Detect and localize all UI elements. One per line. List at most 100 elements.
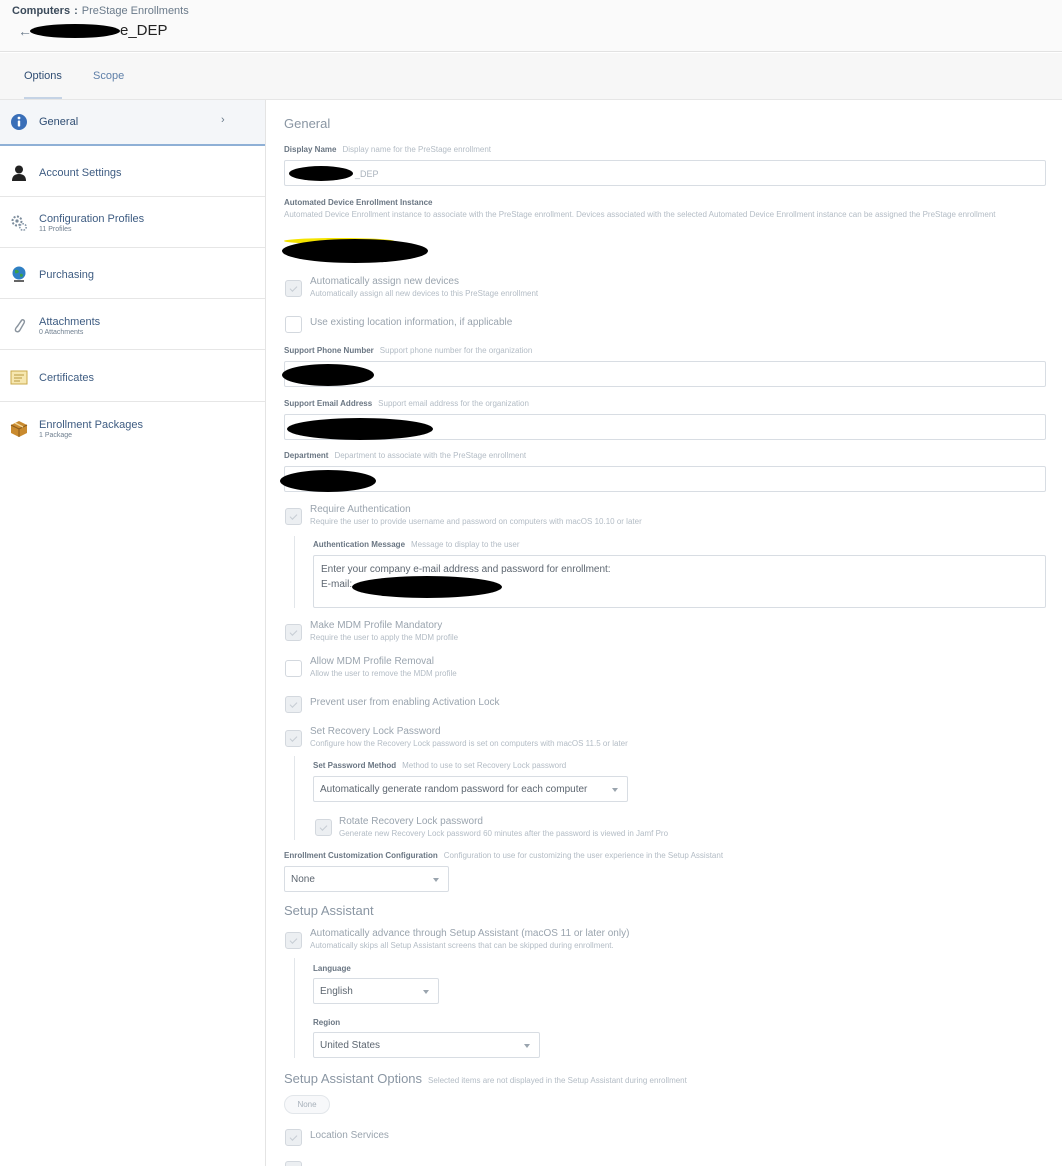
auth-message-textarea[interactable]: Enter your company e-mail address and pa… — [313, 555, 1046, 608]
indent-line — [294, 536, 295, 608]
sidebar: General › Account Settings Configuration… — [0, 100, 266, 1166]
chevron-down-icon — [433, 878, 439, 882]
page-title: e_DEP — [120, 22, 168, 39]
password-method-select[interactable]: Automatically generate random password f… — [313, 776, 628, 802]
package-icon — [10, 420, 28, 438]
display-name-input[interactable]: _DEP — [284, 160, 1046, 186]
redacted-display-name — [289, 166, 353, 181]
activation-lock-label: Prevent user from enabling Activation Lo… — [310, 697, 500, 708]
paperclip-icon — [10, 316, 28, 334]
rotate-recovery-hint: Generate new Recovery Lock password 60 m… — [339, 829, 669, 838]
department-label: Department Department to associate with t… — [284, 451, 527, 460]
require-auth-hint: Require the user to provide username and… — [310, 517, 642, 526]
rotate-recovery-label: Rotate Recovery Lock password — [339, 816, 483, 827]
sidebar-item-label: Purchasing — [39, 269, 95, 281]
mdm-removal-checkbox[interactable] — [285, 660, 302, 677]
globe-icon — [10, 265, 28, 283]
sidebar-item-label: General — [39, 116, 79, 128]
sidebar-item-certificates[interactable]: Certificates — [0, 350, 265, 402]
tab-scope[interactable]: Scope — [93, 70, 124, 82]
recovery-lock-checkbox[interactable] — [285, 730, 302, 747]
require-auth-label: Require Authentication — [310, 504, 411, 515]
chevron-down-icon — [524, 1044, 530, 1048]
enrollment-customization-select[interactable]: None — [284, 866, 449, 892]
section-title-setup-assistant: Setup Assistant — [284, 903, 374, 918]
sidebar-item-count: 11 Profiles — [39, 226, 72, 233]
mdm-mandatory-hint: Require the user to apply the MDM profil… — [310, 633, 459, 642]
certificate-icon — [10, 368, 28, 386]
sidebar-item-general[interactable]: General › — [0, 100, 265, 146]
location-services-checkbox[interactable] — [285, 1129, 302, 1146]
auth-message-hint: Message to display to the user — [411, 540, 520, 549]
recovery-lock-hint: Configure how the Recovery Lock password… — [310, 739, 628, 748]
redacted-ade-instance[interactable] — [282, 239, 428, 263]
general-panel: General Display Name Display name for the… — [267, 100, 1062, 1166]
existing-location-checkbox[interactable] — [285, 316, 302, 333]
chevron-down-icon — [423, 990, 429, 994]
info-icon — [10, 113, 28, 131]
gears-icon — [10, 214, 28, 232]
display-name-hint: Display name for the PreStage enrollment — [342, 145, 491, 154]
auth-message-line-1: Enter your company e-mail address and pa… — [321, 564, 611, 575]
mdm-mandatory-label: Make MDM Profile Mandatory — [310, 620, 443, 631]
activation-lock-checkbox[interactable] — [285, 696, 302, 713]
support-email-hint: Support email address for the organizati… — [378, 399, 529, 408]
require-auth-checkbox[interactable] — [285, 508, 302, 525]
redacted-auth-email — [352, 576, 502, 598]
password-method-label: Set Password Method Method to use to set … — [313, 761, 567, 770]
chevron-right-icon: › — [221, 114, 225, 126]
sidebar-item-enrollment-packages[interactable]: Enrollment Packages 1 Package — [0, 402, 265, 456]
recovery-lock-label: Set Recovery Lock Password — [310, 726, 441, 737]
display-name-label: Display Name Display name for the PreStag… — [284, 145, 491, 154]
ade-instance-label: Automated Device Enrollment Instance — [284, 198, 433, 207]
sidebar-item-label: Configuration Profiles — [39, 213, 145, 225]
tab-options[interactable]: Options — [24, 70, 62, 82]
indent-line — [294, 958, 295, 1058]
indent-line — [294, 756, 295, 840]
auth-message-label: Authentication Message Message to display… — [313, 540, 520, 549]
setup-options-hint: Selected items are not displayed in the … — [428, 1076, 687, 1085]
title-row: ← e_DEP — [18, 22, 168, 39]
sidebar-item-account-settings[interactable]: Account Settings — [0, 147, 265, 197]
region-value: United States — [320, 1040, 381, 1051]
existing-location-label: Use existing location information, if ap… — [310, 317, 513, 328]
support-phone-input[interactable] — [282, 361, 1046, 387]
redacted-title-prefix — [30, 23, 120, 38]
sidebar-item-label: Attachments — [39, 316, 101, 328]
location-services-label: Location Services — [310, 1130, 389, 1141]
next-option-checkbox[interactable] — [285, 1161, 302, 1166]
sidebar-item-label: Account Settings — [39, 167, 122, 179]
enrollment-customization-value: None — [291, 874, 315, 885]
breadcrumb-prestage-enrollments[interactable]: PreStage Enrollments — [82, 5, 189, 17]
display-name-value: _DEP — [355, 169, 379, 179]
mdm-removal-hint: Allow the user to remove the MDM profile — [310, 669, 457, 678]
section-title-setup-options: Setup Assistant Options — [284, 1071, 423, 1086]
language-select[interactable]: English — [313, 978, 439, 1004]
setup-options-none-pill[interactable]: None — [284, 1095, 330, 1114]
region-label: Region — [313, 1018, 341, 1027]
user-icon — [10, 164, 28, 182]
sidebar-item-attachments[interactable]: Attachments 0 Attachments — [0, 299, 265, 350]
sidebar-item-purchasing[interactable]: Purchasing — [0, 248, 265, 299]
breadcrumb: Computers: PreStage Enrollments — [12, 5, 189, 17]
auto-assign-hint: Automatically assign all new devices to … — [310, 289, 539, 298]
auto-advance-checkbox[interactable] — [285, 932, 302, 949]
department-input[interactable] — [280, 466, 1046, 492]
redacted-support-phone — [282, 364, 374, 386]
department-hint: Department to associate with the PreStag… — [334, 451, 527, 460]
region-select[interactable]: United States — [313, 1032, 540, 1058]
sidebar-item-label: Certificates — [39, 372, 95, 384]
mdm-mandatory-checkbox[interactable] — [285, 624, 302, 641]
breadcrumb-separator: : — [74, 5, 78, 17]
auto-assign-label: Automatically assign new devices — [310, 276, 459, 287]
setup-options-header: Setup Assistant Options Selected items ar… — [284, 1070, 687, 1088]
section-title-general: General — [284, 116, 331, 131]
breadcrumb-computers[interactable]: Computers — [12, 5, 70, 17]
sidebar-item-count: 0 Attachments — [39, 329, 84, 336]
support-email-input[interactable] — [284, 414, 1046, 440]
rotate-recovery-checkbox[interactable] — [315, 819, 332, 836]
active-tab-indicator — [24, 97, 62, 99]
sidebar-item-configuration-profiles[interactable]: Configuration Profiles 11 Profiles — [0, 197, 265, 248]
sidebar-item-count: 1 Package — [39, 432, 73, 439]
auto-assign-checkbox[interactable] — [285, 280, 302, 297]
